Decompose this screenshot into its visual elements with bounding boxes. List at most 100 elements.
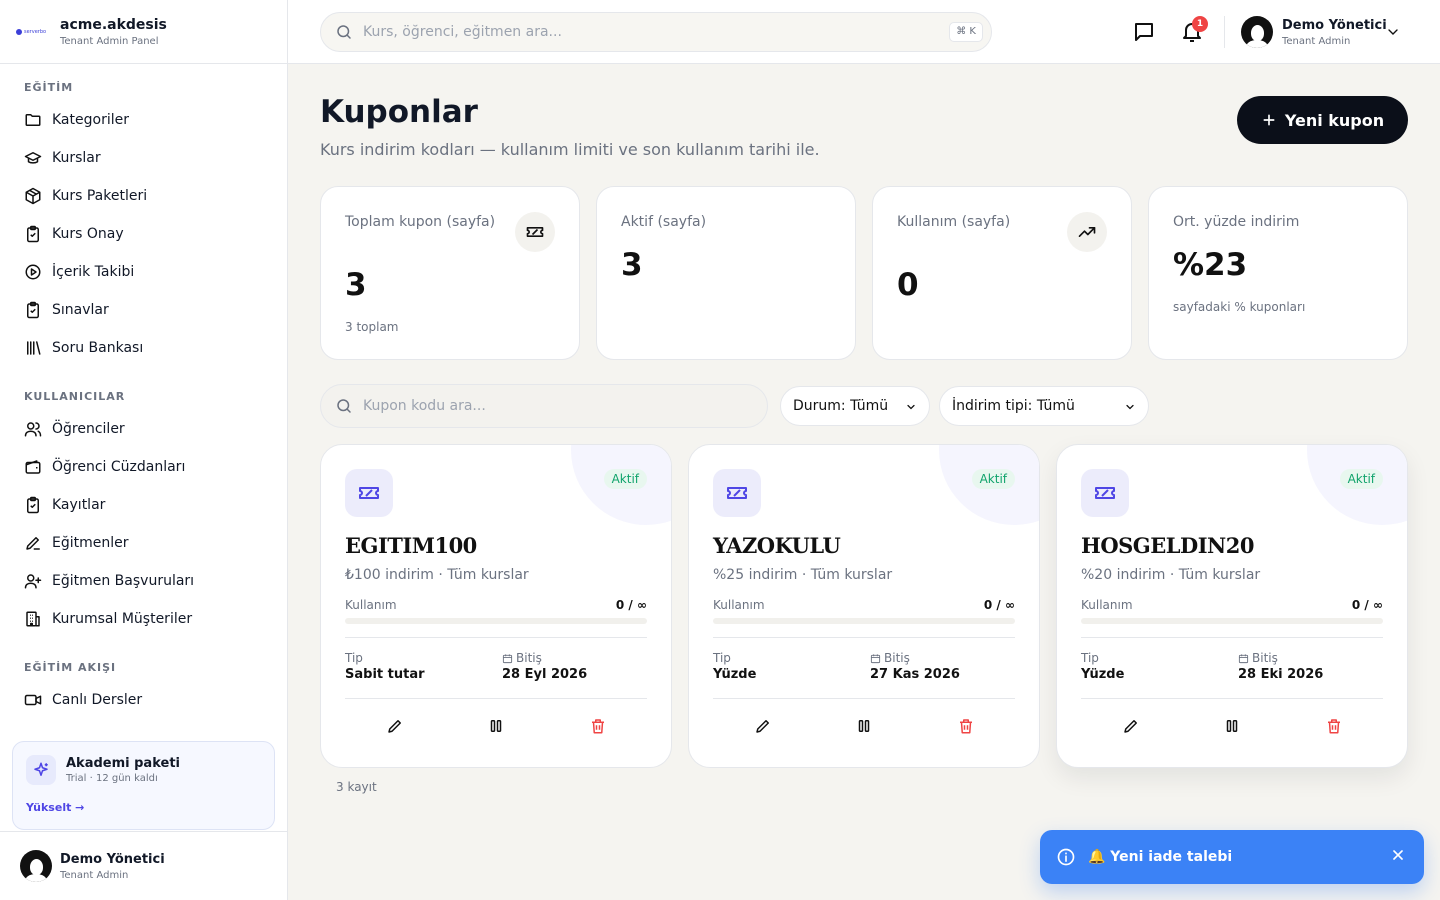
library-icon [27,341,41,355]
global-search[interactable]: ⌘ K [320,12,992,52]
coupon-card: Aktif EGITIM100 ₺100 indirim · Tüm kursl… [320,444,672,768]
usage-progress [345,618,647,624]
coupon-search[interactable] [320,384,768,428]
status-filter-value: Durum: Tümü [793,398,889,414]
sidebar-item-label: Kategoriler [52,112,129,128]
chevron-down-icon[interactable] [1385,24,1401,40]
pause-icon[interactable] [1223,717,1241,735]
sidebar-item-icerik-takibi[interactable]: İçerik Takibi [0,253,287,291]
user-role: Tenant Admin [1282,35,1351,47]
sidebar-item-label: İçerik Takibi [52,264,135,280]
sidebar-item-label: Eğitmen Başvuruları [52,573,195,589]
sidebar: serverbo acme.akdesis Tenant Admin Panel… [0,0,288,900]
sidebar-item-kurslar[interactable]: Kurslar [0,139,287,177]
user-plus-icon [24,574,42,589]
stat-card-total: Toplam kupon (sayfa) 3 3 toplam [320,186,580,360]
page-subtitle: Kurs indirim kodları — kullanım limiti v… [320,140,820,159]
coupon-code: HOSGELDIN20 [1081,533,1254,558]
end-date-value: 28 Eki 2026 [1238,667,1324,682]
sidebar-item-kurumsal-musteriler[interactable]: Kurumsal Müşteriler [0,600,287,638]
sidebar-item-ogrenci-cuzdanlari[interactable]: Öğrenci Cüzdanları [0,448,287,486]
coupon-card: Aktif YAZOKULU %25 indirim · Tüm kurslar… [688,444,1040,768]
clipboard-check-icon [27,225,39,243]
divider [713,637,1015,638]
sidebar-item-sinavlar[interactable]: Sınavlar [0,291,287,329]
calendar-icon [502,653,513,663]
edit-icon[interactable] [1122,717,1140,735]
upgrade-link[interactable]: Yükselt → [26,801,84,814]
sidebar-item-kurs-paketleri[interactable]: Kurs Paketleri [0,177,287,215]
stat-card-usage: Kullanım (sayfa) 0 [872,186,1132,360]
user-name: Demo Yönetici [60,851,165,867]
type-label: Tip [345,651,363,665]
plan-promo-card: Akademi paketi Trial · 12 gün kaldı Yüks… [12,741,275,830]
global-search-input[interactable] [363,24,923,40]
edit-icon[interactable] [386,717,404,735]
message-icon[interactable] [1132,20,1156,44]
sidebar-item-kayitlar[interactable]: Kayıtlar [0,486,287,524]
trash-icon[interactable] [957,717,975,735]
sidebar-item-label: Kurslar [52,150,101,166]
stat-foot: sayfadaki % kuponları [1173,300,1306,314]
type-label: Tip [1081,651,1099,665]
nav-section-title: EĞİTİM AKIŞI [24,661,117,674]
close-icon[interactable] [1390,847,1406,863]
stat-label: Kullanım (sayfa) [897,214,1011,230]
sidebar-item-egitmen-basvurulari[interactable]: Eğitmen Başvuruları [0,562,287,600]
folder-icon [25,114,41,126]
status-badge: Aktif [1339,469,1383,489]
stat-card-active: Aktif (sayfa) 3 [596,186,856,360]
ticket-percent-icon [1081,469,1129,517]
sidebar-item-kurs-onay[interactable]: Kurs Onay [0,215,287,253]
search-icon [337,399,351,413]
trash-icon[interactable] [589,717,607,735]
info-icon [1057,848,1075,866]
divider [1081,698,1383,699]
coupon-search-input[interactable] [363,398,743,414]
brand[interactable]: serverbo acme.akdesis Tenant Admin Panel [0,0,287,64]
user-menu[interactable]: Demo Yönetici Tenant Admin [1241,16,1387,48]
brand-title: acme.akdesis [60,16,167,33]
stat-foot: 3 toplam [345,320,399,334]
usage-progress [713,618,1015,624]
sidebar-item-ogrenciler[interactable]: Öğrenciler [0,410,287,448]
stat-label: Toplam kupon (sayfa) [345,214,496,230]
promo-subtitle: Trial · 12 gün kaldı [66,773,158,784]
usage-progress [1081,618,1383,624]
sidebar-item-kategoriler[interactable]: Kategoriler [0,101,287,139]
sidebar-item-label: Öğrenci Cüzdanları [52,459,186,475]
status-filter-select[interactable]: Durum: Tümü [780,386,930,426]
pause-icon[interactable] [855,717,873,735]
sidebar-item-egitmenler[interactable]: Eğitmenler [0,524,287,562]
divider [713,698,1015,699]
new-coupon-button[interactable]: Yeni kupon [1237,96,1408,144]
divider [345,698,647,699]
calendar-icon [870,653,881,663]
end-date-value: 28 Eyl 2026 [502,667,588,682]
pause-icon[interactable] [487,717,505,735]
sidebar-item-label: Eğitmenler [52,535,129,551]
video-icon [24,694,42,706]
users-icon [24,422,42,437]
plus-icon [1263,114,1275,126]
trash-icon[interactable] [1325,717,1343,735]
chevron-down-icon [907,404,915,410]
chevron-down-icon [1126,404,1134,410]
type-value: Yüzde [713,667,757,682]
sidebar-user[interactable]: Demo Yönetici Tenant Admin [0,831,288,900]
sidebar-item-label: Kurs Onay [52,226,124,242]
discount-type-filter-select[interactable]: İndirim tipi: Tümü [939,386,1149,426]
sidebar-item-label: Kurumsal Müşteriler [52,611,193,627]
sidebar-item-canli-dersler[interactable]: Canlı Dersler [0,681,287,719]
nav-section-title: KULLANICILAR [24,390,126,403]
end-date-value: 27 Kas 2026 [870,667,960,682]
usage-value: 0 / ∞ [1351,598,1383,612]
sparkles-icon [26,755,56,785]
sidebar-item-label: Kayıtlar [52,497,106,513]
edit-icon[interactable] [754,717,772,735]
toast-message: 🔔 Yeni iade talebi [1088,849,1233,865]
stat-label: Aktif (sayfa) [621,214,707,230]
coupon-description: ₺100 indirim · Tüm kurslar [345,567,529,583]
divider [1224,16,1225,48]
sidebar-item-soru-bankasi[interactable]: Soru Bankası [0,329,287,367]
